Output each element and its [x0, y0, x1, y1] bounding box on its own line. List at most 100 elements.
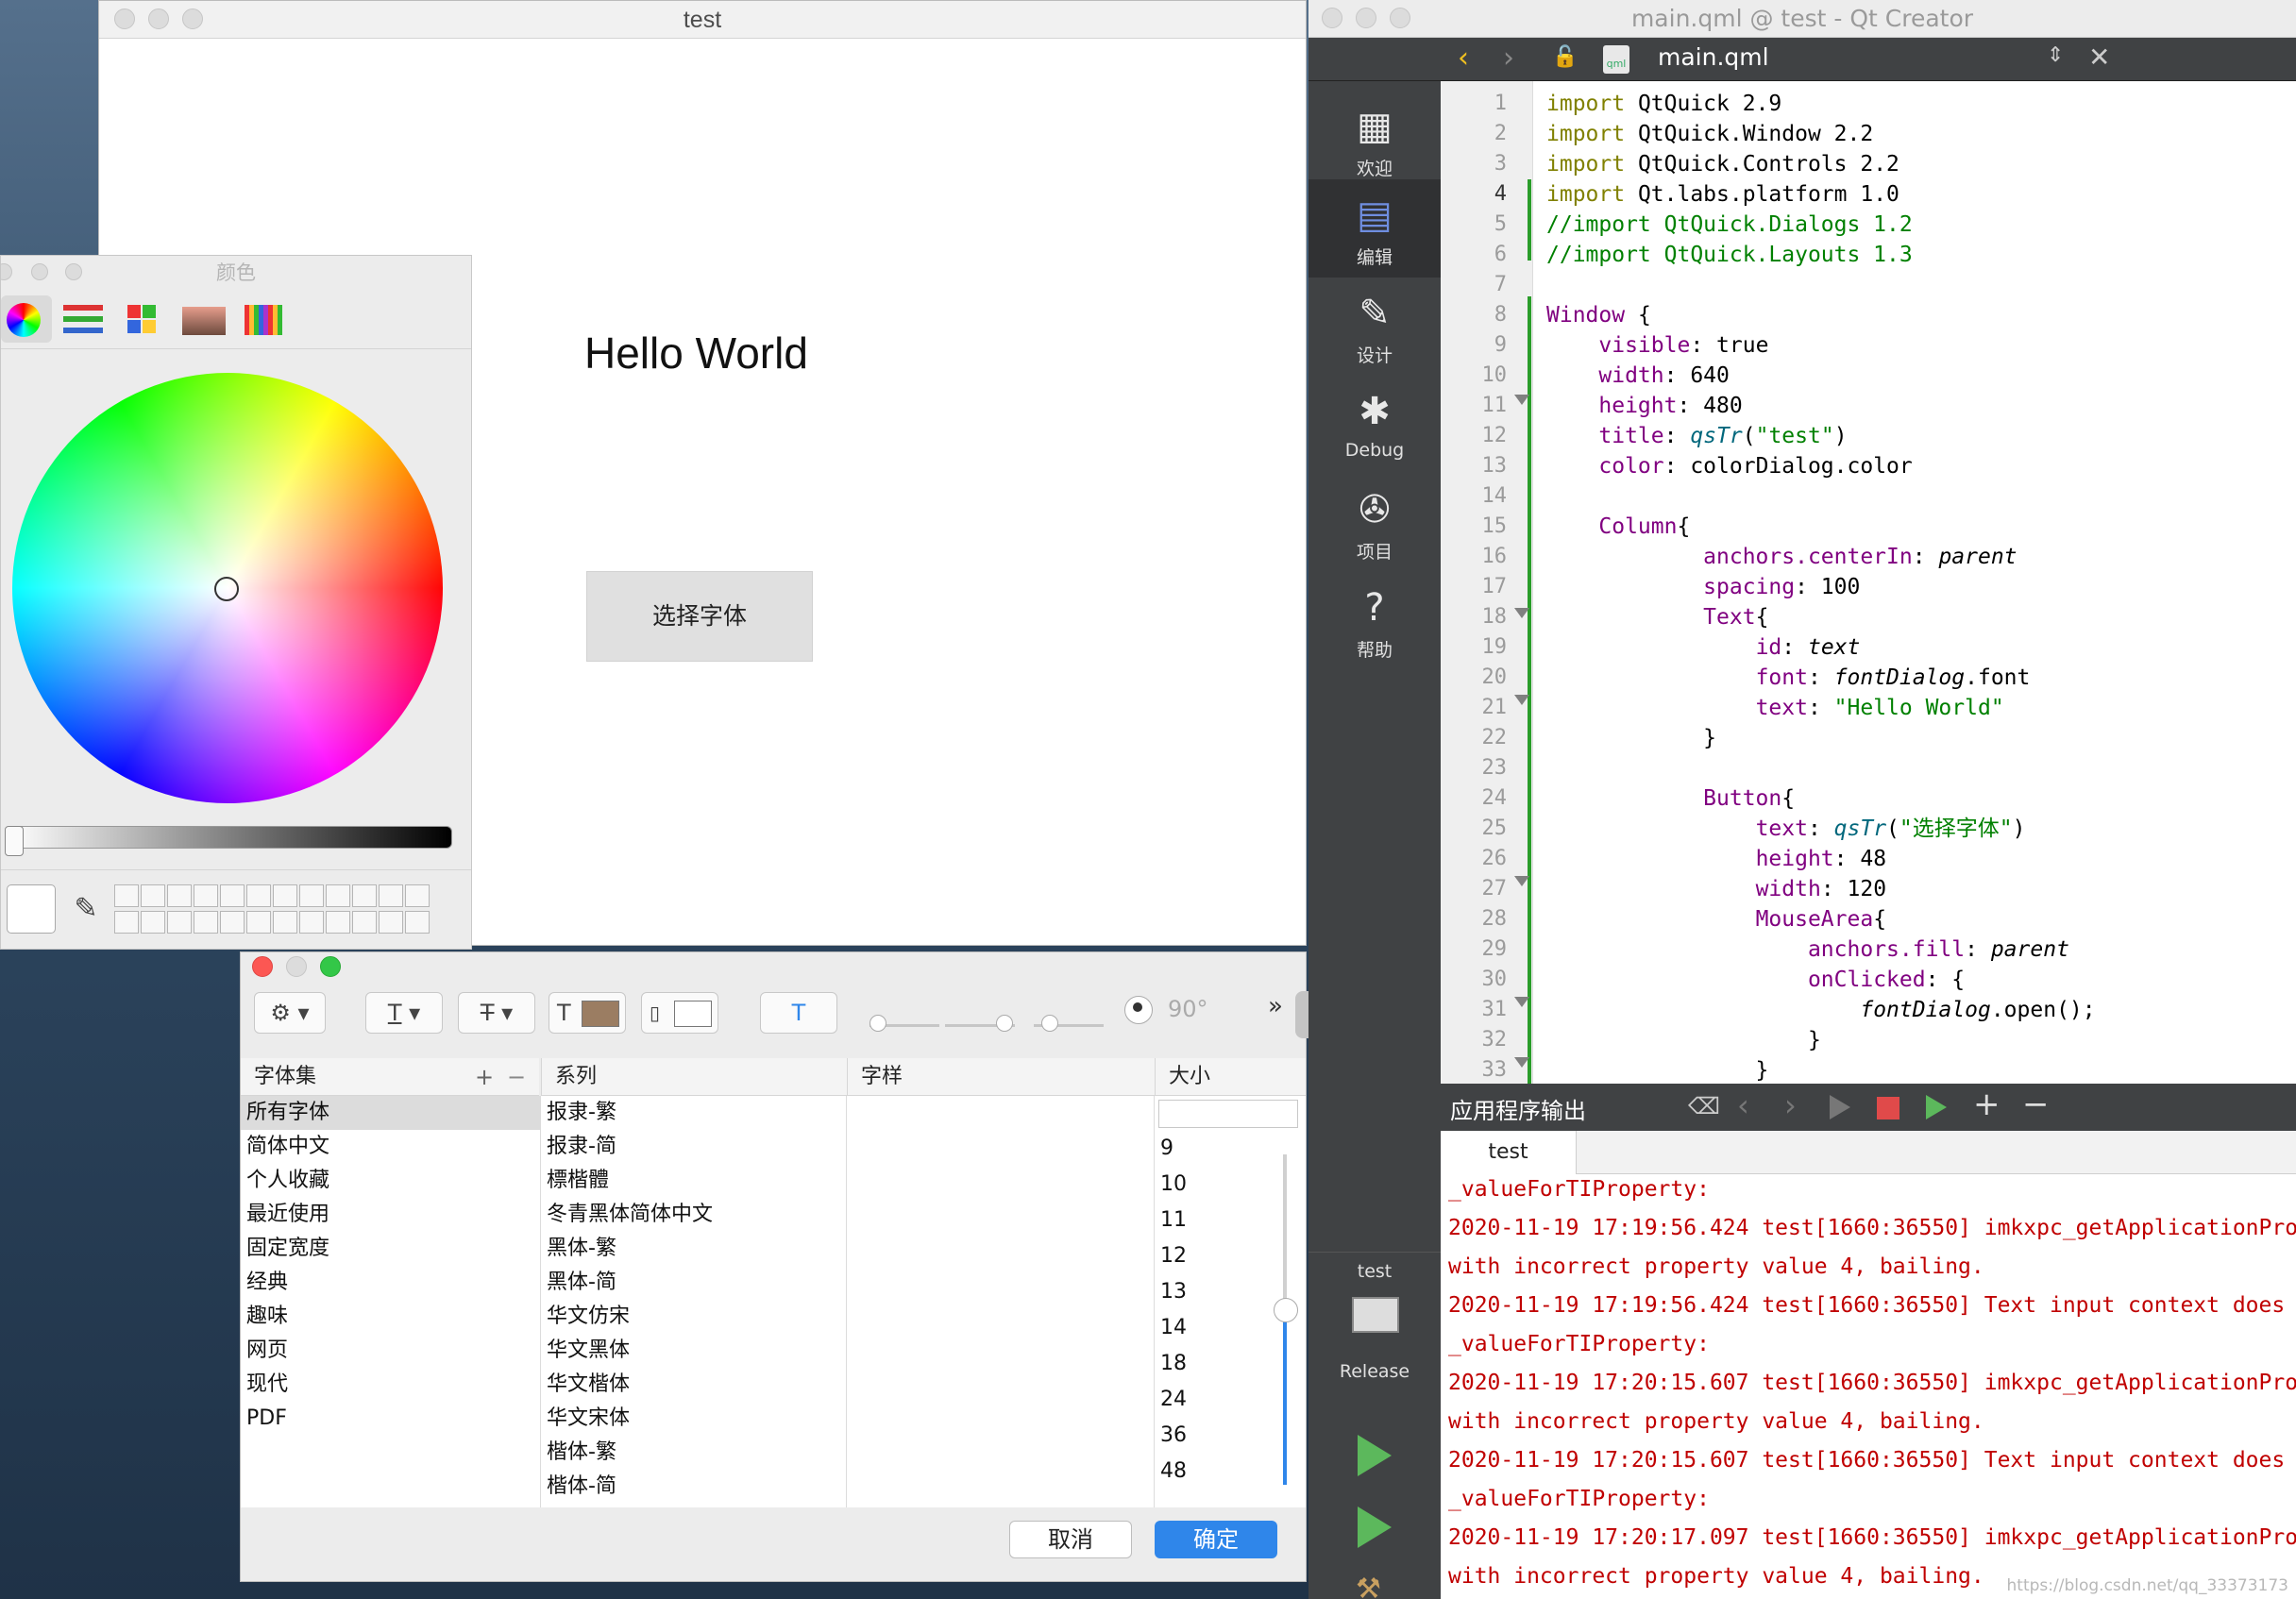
mode-edit[interactable]: ▤ 编辑 [1308, 179, 1441, 278]
swatch-cell[interactable] [194, 911, 218, 934]
typeface-list[interactable] [847, 1096, 1155, 1507]
shadow-angle-dial[interactable] [1124, 996, 1153, 1024]
font-close-button[interactable] [252, 956, 273, 977]
code-editor[interactable]: 1 2 3 4 5 6 7 8 9 10 11 12 13 14 15 16 17 18 19 20 21 22 23 24 2… [1441, 81, 2296, 1084]
collection-item[interactable]: 网页 [241, 1334, 540, 1368]
brightness-slider[interactable] [8, 826, 452, 849]
collection-item[interactable]: PDF [241, 1402, 540, 1436]
close-document-icon[interactable]: ✕ [2088, 42, 2110, 73]
swatch-cell[interactable] [352, 911, 377, 934]
swatch-cell[interactable] [379, 884, 403, 907]
text-color-button[interactable]: T [549, 992, 626, 1034]
cancel-button[interactable]: 取消 [1009, 1521, 1132, 1558]
size-item[interactable]: 14 [1155, 1311, 1258, 1345]
stop-icon[interactable] [1877, 1097, 1899, 1119]
swatch-cell[interactable] [194, 884, 218, 907]
family-item[interactable]: 华文宋体 [541, 1402, 846, 1436]
swatch-cell[interactable] [114, 911, 139, 934]
collection-item[interactable]: 所有字体 [241, 1096, 540, 1130]
swatch-cell[interactable] [167, 884, 192, 907]
font-minimize-button[interactable] [286, 956, 307, 977]
family-item[interactable]: 楷体-简 [541, 1470, 846, 1504]
crosshair-icon[interactable] [214, 577, 239, 601]
mode-help[interactable]: ? 帮助 [1308, 572, 1441, 670]
size-item[interactable]: 9 [1155, 1132, 1258, 1166]
swatch-cell[interactable] [299, 884, 324, 907]
size-item[interactable]: 11 [1155, 1203, 1258, 1237]
eyedropper-icon[interactable]: ✎ [69, 890, 103, 928]
family-item[interactable]: 华文黑体 [541, 1334, 846, 1368]
strikethrough-menu-button[interactable]: T ▾ [458, 992, 535, 1034]
family-item[interactable]: 楷体-繁 [541, 1436, 846, 1470]
swatch-cell[interactable] [246, 911, 271, 934]
next-item-icon[interactable]: › [1784, 1087, 1797, 1123]
attach-debugger-icon[interactable] [1926, 1095, 1947, 1119]
swatch-cell[interactable] [141, 911, 165, 934]
application-output[interactable]: https://blog.csdn.net/qq_33373173 _value… [1441, 1174, 2296, 1599]
fold-arrow-icon[interactable] [1514, 695, 1529, 705]
size-item[interactable]: 18 [1155, 1347, 1258, 1381]
mode-debug[interactable]: ✱ Debug [1308, 376, 1441, 474]
size-slider-thumb[interactable] [1274, 1298, 1298, 1322]
swatch-cell[interactable] [405, 884, 430, 907]
swatch-cell[interactable] [273, 911, 297, 934]
clear-output-icon[interactable]: ⌫ [1688, 1093, 1720, 1119]
zoom-in-icon[interactable]: + [1973, 1086, 2001, 1123]
swatch-cell[interactable] [246, 884, 271, 907]
brightness-slider-thumb[interactable] [5, 826, 24, 856]
family-item[interactable]: 华文仿宋 [541, 1300, 846, 1334]
shadow-blur-thumb[interactable] [996, 1015, 1013, 1032]
add-collection-button[interactable]: + [475, 1058, 494, 1096]
collection-item[interactable]: 经典 [241, 1266, 540, 1300]
swatch-cell[interactable] [379, 911, 403, 934]
build-hammer-icon[interactable]: ⚒ [1356, 1573, 1381, 1599]
mode-design[interactable]: ✎ 设计 [1308, 278, 1441, 376]
back-arrow-icon[interactable]: ‹ [1458, 42, 1469, 75]
swatch-cell[interactable] [273, 884, 297, 907]
size-item[interactable]: 36 [1155, 1419, 1258, 1453]
mode-welcome[interactable]: ▦ 欢迎 [1308, 91, 1441, 189]
collection-item[interactable]: 现代 [241, 1368, 540, 1402]
color-palettes-tab[interactable] [118, 295, 169, 343]
forward-arrow-icon[interactable]: › [1503, 42, 1514, 75]
swatch-cell[interactable] [141, 884, 165, 907]
size-item[interactable]: 12 [1155, 1239, 1258, 1273]
swatch-cell[interactable] [220, 911, 245, 934]
image-palettes-tab[interactable] [178, 295, 229, 343]
size-item[interactable]: 48 [1155, 1455, 1258, 1489]
rerun-icon[interactable] [1830, 1095, 1850, 1119]
debug-run-icon[interactable] [1358, 1506, 1392, 1548]
size-list[interactable]: 9 10 11 12 13 14 18 24 36 48 [1155, 1132, 1258, 1507]
fold-arrow-icon[interactable] [1514, 876, 1529, 886]
pencils-tab[interactable] [239, 295, 290, 343]
collection-item[interactable]: 简体中文 [241, 1130, 540, 1164]
swatch-cell[interactable] [167, 911, 192, 934]
collection-item[interactable]: 趣味 [241, 1300, 540, 1334]
family-item[interactable]: 冬青黑体简体中文 [541, 1198, 846, 1232]
previous-item-icon[interactable]: ‹ [1737, 1087, 1749, 1123]
fold-arrow-icon[interactable] [1514, 1057, 1529, 1068]
family-item[interactable]: 黑体-繁 [541, 1232, 846, 1266]
mode-projects[interactable]: ✇ 项目 [1308, 474, 1441, 572]
underline-menu-button[interactable]: T ▾ [365, 992, 443, 1034]
family-item[interactable]: 报隶-简 [541, 1130, 846, 1164]
action-menu-button[interactable]: ⚙ ▾ [254, 992, 326, 1034]
run-icon[interactable] [1358, 1435, 1392, 1476]
toolbar-overflow-icon[interactable]: » [1268, 992, 1283, 1020]
size-field[interactable] [1158, 1100, 1298, 1128]
collection-item[interactable]: 最近使用 [241, 1198, 540, 1232]
file-chooser-icon[interactable]: ⇕ [2047, 43, 2064, 67]
output-tab-test[interactable]: test [1441, 1131, 1577, 1174]
size-item[interactable]: 13 [1155, 1275, 1258, 1309]
current-color-swatch[interactable] [7, 884, 56, 934]
zoom-out-icon[interactable]: − [2022, 1086, 2050, 1123]
color-wheel-tab[interactable] [1, 295, 52, 343]
family-item[interactable]: 报隶-繁 [541, 1096, 846, 1130]
fold-arrow-icon[interactable] [1514, 608, 1529, 618]
lock-icon[interactable]: 🔓 [1552, 45, 1578, 69]
monitor-icon[interactable] [1352, 1297, 1399, 1333]
family-item[interactable]: 黑体-简 [541, 1266, 846, 1300]
swatch-cell[interactable] [326, 884, 350, 907]
collection-item[interactable]: 个人收藏 [241, 1164, 540, 1198]
swatch-cell[interactable] [405, 911, 430, 934]
